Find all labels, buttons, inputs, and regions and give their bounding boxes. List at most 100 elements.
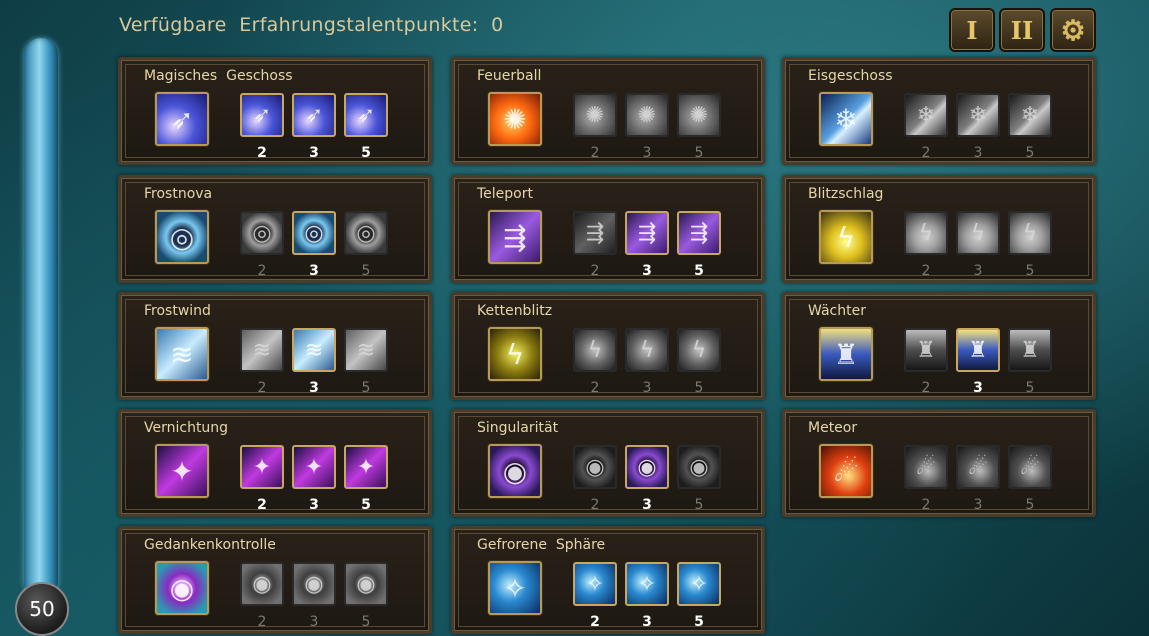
magic-missile-icon[interactable]: ➶: [155, 92, 209, 146]
rank-2-frost-nova-icon[interactable]: ◎: [292, 211, 336, 255]
skill-name: Magisches Geschoss: [144, 68, 293, 84]
rank-2-fireball-icon[interactable]: ✺: [625, 93, 669, 137]
rank-2-meteor-icon[interactable]: ☄: [956, 445, 1000, 489]
rank-1-chain-lightning-icon[interactable]: ϟ: [573, 328, 617, 372]
rank-2-teleport-icon[interactable]: ⇶: [625, 211, 669, 255]
skill-panel: Kettenblitz ϟ ϟ 2 ϟ 3 ϟ 5: [451, 292, 765, 400]
rank-cost: 2: [257, 497, 267, 513]
rank-1-annihilation-icon[interactable]: ✦: [240, 445, 284, 489]
rank-2-mind-control-icon[interactable]: ◉: [292, 562, 336, 606]
skill-name: Singularität: [477, 420, 559, 436]
rank-cost: 3: [973, 497, 983, 513]
ice-bolt-icon[interactable]: ❄: [819, 92, 873, 146]
rank-1-frost-wind-icon[interactable]: ≋: [240, 328, 284, 372]
rank-2-guardian-icon[interactable]: ♜: [956, 328, 1000, 372]
rank-cost: 3: [309, 263, 319, 279]
rank-1-frozen-sphere-icon[interactable]: ✧: [573, 562, 617, 606]
rank-3-meteor-icon[interactable]: ☄: [1008, 445, 1052, 489]
mind-control-icon[interactable]: ◉: [155, 561, 209, 615]
rank-2-frozen-sphere-icon[interactable]: ✧: [625, 562, 669, 606]
rank-1-guardian-icon[interactable]: ♜: [904, 328, 948, 372]
skill-name: Feuerball: [477, 68, 542, 84]
rank-cost: 2: [257, 614, 267, 630]
rank-1-frost-nova-icon[interactable]: ◎: [240, 211, 284, 255]
rank-cost: 5: [1025, 145, 1035, 161]
settings-button[interactable]: ⚙: [1050, 8, 1096, 52]
tab-2-button[interactable]: II: [999, 8, 1045, 52]
chain-lightning-icon[interactable]: ϟ: [488, 327, 542, 381]
skill-name: Vernichtung: [144, 420, 229, 436]
rank-3-chain-lightning-icon[interactable]: ϟ: [677, 328, 721, 372]
skill-name: Meteor: [808, 420, 858, 436]
talent-points-header: Verfügbare Erfahrungstalentpunkte: 0: [119, 14, 504, 36]
rank-cost: 5: [694, 614, 704, 630]
rank-2-ice-bolt-icon[interactable]: ❄: [956, 93, 1000, 137]
rank-2-annihilation-icon[interactable]: ✦: [292, 445, 336, 489]
rank-3-annihilation-icon[interactable]: ✦: [344, 445, 388, 489]
rank-1-lightning-icon[interactable]: ϟ: [904, 211, 948, 255]
frost-nova-icon[interactable]: ◎: [155, 210, 209, 264]
skill-panel: Feuerball ✺ ✺ 2 ✺ 3 ✺ 5: [451, 57, 765, 165]
rank-cost: 5: [361, 497, 371, 513]
experience-bar: [24, 38, 58, 598]
skill-panel: Frostwind ≋ ≋ 2 ≋ 3 ≋ 5: [118, 292, 432, 400]
skill-panel: Meteor ☄ ☄ 2 ☄ 3 ☄ 5: [782, 409, 1096, 517]
rank-1-teleport-icon[interactable]: ⇶: [573, 211, 617, 255]
rank-3-frost-nova-icon[interactable]: ◎: [344, 211, 388, 255]
rank-cost: 2: [921, 497, 931, 513]
rank-cost: 5: [694, 263, 704, 279]
rank-cost: 3: [973, 263, 983, 279]
rank-2-frost-wind-icon[interactable]: ≋: [292, 328, 336, 372]
rank-cost: 5: [1025, 497, 1035, 513]
skill-panel: Gedankenkontrolle ◉ ◉ 2 ◉ 3 ◉ 5: [118, 526, 432, 634]
rank-cost: 2: [257, 263, 267, 279]
rank-2-magic-missile-icon[interactable]: ➶: [292, 93, 336, 137]
rank-cost: 2: [257, 380, 267, 396]
rank-2-lightning-icon[interactable]: ϟ: [956, 211, 1000, 255]
rank-3-ice-bolt-icon[interactable]: ❄: [1008, 93, 1052, 137]
rank-1-ice-bolt-icon[interactable]: ❄: [904, 93, 948, 137]
rank-cost: 3: [309, 614, 319, 630]
rank-3-mind-control-icon[interactable]: ◉: [344, 562, 388, 606]
skill-name: Gedankenkontrolle: [144, 537, 276, 553]
rank-3-lightning-icon[interactable]: ϟ: [1008, 211, 1052, 255]
level-value: 50: [29, 597, 55, 621]
rank-1-mind-control-icon[interactable]: ◉: [240, 562, 284, 606]
skill-panel: Wächter ♜ ♜ 2 ♜ 3 ♜ 5: [782, 292, 1096, 400]
singularity-icon[interactable]: ◉: [488, 444, 542, 498]
rank-3-frozen-sphere-icon[interactable]: ✧: [677, 562, 721, 606]
rank-1-singularity-icon[interactable]: ◉: [573, 445, 617, 489]
rank-cost: 3: [309, 380, 319, 396]
meteor-icon[interactable]: ☄: [819, 444, 873, 498]
rank-cost: 3: [973, 145, 983, 161]
rank-cost: 2: [257, 145, 267, 161]
rank-3-guardian-icon[interactable]: ♜: [1008, 328, 1052, 372]
skill-panel: Blitzschlag ϟ ϟ 2 ϟ 3 ϟ 5: [782, 175, 1096, 283]
annihilation-icon[interactable]: ✦: [155, 444, 209, 498]
skill-name: Frostwind: [144, 303, 211, 319]
rank-cost: 2: [590, 497, 600, 513]
rank-3-teleport-icon[interactable]: ⇶: [677, 211, 721, 255]
rank-1-meteor-icon[interactable]: ☄: [904, 445, 948, 489]
rank-3-magic-missile-icon[interactable]: ➶: [344, 93, 388, 137]
rank-cost: 5: [1025, 380, 1035, 396]
rank-cost: 3: [642, 380, 652, 396]
lightning-icon[interactable]: ϟ: [819, 210, 873, 264]
frozen-sphere-icon[interactable]: ✧: [488, 561, 542, 615]
rank-cost: 5: [361, 614, 371, 630]
rank-2-singularity-icon[interactable]: ◉: [625, 445, 669, 489]
rank-cost: 2: [590, 145, 600, 161]
skill-name: Teleport: [477, 186, 533, 202]
rank-3-singularity-icon[interactable]: ◉: [677, 445, 721, 489]
frost-wind-icon[interactable]: ≋: [155, 327, 209, 381]
rank-2-chain-lightning-icon[interactable]: ϟ: [625, 328, 669, 372]
rank-1-magic-missile-icon[interactable]: ➶: [240, 93, 284, 137]
fireball-icon[interactable]: ✺: [488, 92, 542, 146]
teleport-icon[interactable]: ⇶: [488, 210, 542, 264]
skill-panel: Gefrorene Sphäre ✧ ✧ 2 ✧ 3 ✧ 5: [451, 526, 765, 634]
rank-3-frost-wind-icon[interactable]: ≋: [344, 328, 388, 372]
rank-1-fireball-icon[interactable]: ✺: [573, 93, 617, 137]
rank-3-fireball-icon[interactable]: ✺: [677, 93, 721, 137]
guardian-icon[interactable]: ♜: [819, 327, 873, 381]
tab-1-button[interactable]: I: [949, 8, 995, 52]
